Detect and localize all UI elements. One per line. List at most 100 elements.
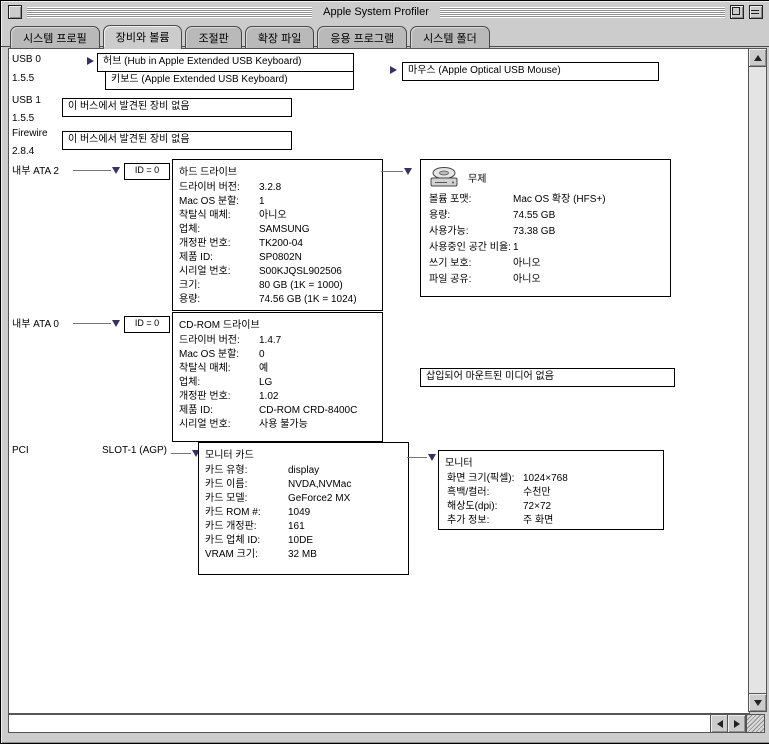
device-title: 하드 드라이브 (173, 160, 382, 181)
field-row: 화면 크기(픽셀):1024×768 (439, 472, 663, 486)
arrow-up-icon (754, 55, 762, 61)
field-value: 74.55 GB (513, 208, 555, 224)
field-value: 1049 (288, 506, 310, 520)
field-label: 카드 ROM #: (205, 506, 288, 520)
field-label: 카드 모델: (205, 492, 288, 506)
field-value: LG (259, 376, 272, 390)
field-row: 제품 ID:CD-ROM CRD-8400C (173, 404, 382, 418)
apple-system-profiler-window: Apple System Profiler 시스템 프로필 장비와 볼륨 조절판… (0, 0, 769, 744)
field-value: SAMSUNG (259, 223, 310, 237)
device-title: 모니터 (439, 451, 663, 472)
field-value: GeForce2 MX (288, 492, 350, 506)
usb-keyboard-device[interactable]: 키보드 (Apple Extended USB Keyboard) (105, 71, 354, 90)
volume-header: 무제 (421, 160, 670, 192)
field-row: Mac OS 분할:0 (173, 348, 382, 362)
field-row: 시리얼 번호:S00KJQSL902506 (173, 265, 382, 279)
collapse-box[interactable] (749, 5, 763, 19)
field-value: 아니오 (259, 209, 287, 223)
field-value: 80 GB (1K = 1000) (259, 279, 343, 293)
disclosure-triangle-mouse[interactable] (390, 66, 397, 74)
connector-line (73, 323, 111, 324)
disclosure-triangle-ata2[interactable] (112, 167, 120, 174)
field-label: 카드 유형: (205, 464, 288, 478)
usb-mouse-device[interactable]: 마우스 (Apple Optical USB Mouse) (402, 62, 659, 81)
firewire-version: 2.8.4 (12, 146, 34, 157)
field-value: NVDA,NVMac (288, 478, 351, 492)
disclosure-triangle-ata0[interactable] (112, 320, 120, 327)
field-value: S00KJQSL902506 (259, 265, 342, 279)
vertical-scrollbar[interactable] (748, 48, 765, 712)
field-value: display (288, 464, 319, 478)
field-value: 10DE (288, 534, 313, 548)
field-row: Mac OS 분할:1 (173, 195, 382, 209)
field-value: TK200-04 (259, 237, 303, 251)
connector-line (73, 170, 111, 171)
field-row: 개정판 번호:TK200-04 (173, 237, 382, 251)
disclosure-triangle-usb0[interactable] (87, 57, 94, 65)
field-row: 시리얼 번호:사용 불가능 (173, 418, 382, 432)
volume-title[interactable]: 무제 (468, 170, 486, 185)
field-label: 사용가능: (429, 224, 513, 240)
zoom-icon (732, 7, 740, 15)
field-row: 드라이버 버전:1.4.7 (173, 334, 382, 348)
field-value: 아니오 (513, 272, 541, 288)
window-title: Apple System Profiler (317, 6, 435, 18)
field-label: 시리얼 번호: (179, 265, 259, 279)
field-row: 착탈식 매체:아니오 (173, 209, 382, 223)
field-row: 사용중인 공간 비율:1 (421, 240, 670, 256)
firewire-bus-label: Firewire (12, 128, 48, 139)
scroll-up-button[interactable] (748, 48, 767, 67)
scroll-down-button[interactable] (748, 693, 767, 712)
ata0-bus-label: 내부 ATA 0 (12, 315, 59, 330)
usb-hub-device[interactable]: 허브 (Hub in Apple Extended USB Keyboard) (97, 53, 354, 72)
field-label: 추가 정보: (447, 514, 523, 528)
tab-system-profile[interactable]: 시스템 프로필 (10, 26, 100, 48)
arrow-left-icon (717, 720, 723, 728)
field-value: 사용 불가능 (259, 418, 308, 432)
scroll-right-button[interactable] (727, 714, 746, 733)
no-devices-box-usb1: 이 버스에서 발견된 장비 없음 (62, 98, 292, 117)
field-value: 1024×768 (523, 472, 568, 486)
field-label: 착탈식 매체: (179, 362, 259, 376)
field-label: VRAM 크기: (205, 548, 288, 562)
field-value: Mac OS 확장 (HFS+) (513, 192, 606, 208)
field-row: 착탈식 매체:예 (173, 362, 382, 376)
field-row: 업체:LG (173, 376, 382, 390)
usb0-version: 1.5.5 (12, 73, 34, 84)
disclosure-triangle-volume[interactable] (404, 168, 412, 175)
titlebar-stripes-left (27, 7, 312, 18)
field-row: 개정판 번호:1.02 (173, 390, 382, 404)
status-bar (8, 714, 720, 733)
device-title: CD-ROM 드라이브 (173, 313, 382, 334)
field-row: 제품 ID:SP0802N (173, 251, 382, 265)
tab-bar: 시스템 프로필 장비와 볼륨 조절판 확장 파일 응용 프로그램 시스템 폴더 (1, 25, 769, 47)
field-value: SP0802N (259, 251, 302, 265)
window-resize-grip[interactable] (746, 714, 765, 733)
field-label: 파일 공유: (429, 272, 513, 288)
connector-line (407, 457, 427, 458)
zoom-box[interactable] (730, 5, 744, 19)
tab-system-folders[interactable]: 시스템 폴더 (410, 26, 490, 48)
tab-devices-volumes[interactable]: 장비와 볼륨 (103, 25, 183, 48)
title-bar[interactable]: Apple System Profiler (2, 2, 769, 22)
close-box[interactable] (8, 5, 22, 19)
pci-bus-label: PCI (12, 445, 29, 456)
field-label: 제품 ID: (179, 251, 259, 265)
field-value: 1.4.7 (259, 334, 281, 348)
field-row: 카드 ROM #:1049 (199, 506, 408, 520)
field-row: 볼륨 포맷:Mac OS 확장 (HFS+) (421, 192, 670, 208)
disclosure-triangle-monitor[interactable] (428, 454, 436, 461)
tab-extensions[interactable]: 확장 파일 (245, 26, 315, 48)
field-value: 72×72 (523, 500, 551, 514)
vertical-scrollbar-track[interactable] (748, 64, 767, 696)
no-media-box: 삽입되어 마운트된 미디어 없음 (420, 368, 675, 387)
pci-slot-label: SLOT-1 (AGP) (102, 445, 167, 456)
tab-control-panels[interactable]: 조절판 (185, 26, 241, 48)
volume-info-box: 무제 볼륨 포맷:Mac OS 확장 (HFS+) 용량:74.55 GB 사용… (420, 159, 671, 297)
device-title: 모니터 카드 (199, 443, 408, 464)
field-row: 카드 개정판:161 (199, 520, 408, 534)
tab-applications[interactable]: 응용 프로그램 (317, 26, 407, 48)
ata2-bus-label: 내부 ATA 2 (12, 162, 59, 177)
field-label: 업체: (179, 223, 259, 237)
usb1-version: 1.5.5 (12, 113, 34, 124)
